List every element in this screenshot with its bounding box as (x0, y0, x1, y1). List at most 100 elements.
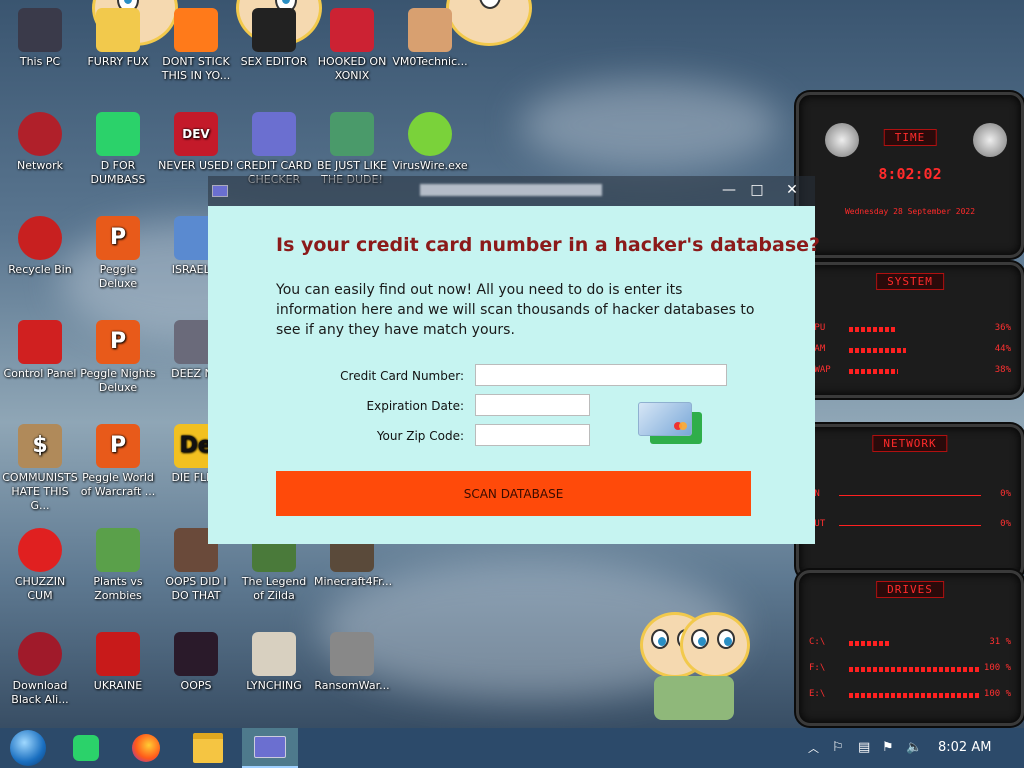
drive-row-bar (849, 693, 979, 698)
desktop-icon[interactable]: LYNCHING (236, 632, 312, 693)
taskbar-clock[interactable]: 8:02 AM (938, 740, 991, 755)
desktop-icon[interactable]: VM0Technic... (392, 8, 468, 69)
network-row-graph (839, 495, 981, 496)
window-titlebar[interactable]: — □ ✕ (208, 176, 815, 206)
game-icon (330, 8, 374, 52)
desktop-icon[interactable]: SEX EDITOR (236, 8, 312, 69)
desktop-icon-label: SEX EDITOR (240, 55, 308, 68)
oops-icon (174, 632, 218, 676)
desktop-icon[interactable]: P Peggle Deluxe (80, 216, 156, 291)
green-chat-icon[interactable] (58, 728, 114, 768)
desktop-icon-label: UKRAINE (93, 679, 143, 692)
desktop-icon[interactable]: UKRAINE (80, 632, 156, 693)
system-panel: SYSTEM CPU 36% RAM 44% SWAP 38% (796, 262, 1024, 398)
network-row-value: 0% (1000, 489, 1011, 499)
desktop-icon-label: The Legend of Zilda (241, 575, 307, 602)
desktop-icon[interactable]: P Peggle Nights Deluxe (80, 320, 156, 395)
start-orb-icon[interactable] (0, 728, 56, 768)
drives-title: DRIVES (876, 581, 944, 598)
noose-icon (252, 632, 296, 676)
credit-card-icon (252, 112, 296, 156)
lime-icon (408, 112, 452, 156)
network-panel: NETWORK IN0% OUT0% (796, 424, 1024, 580)
desktop-icon[interactable]: OOPS (158, 632, 234, 693)
flag-icon[interactable]: ⚐ (832, 740, 844, 755)
desktop-icon[interactable]: DEV NEVER USED! (158, 112, 234, 173)
network-title: NETWORK (872, 435, 948, 452)
peggle-icon: P (96, 320, 140, 364)
expiration-date-input[interactable] (475, 394, 590, 416)
desktop-icon[interactable]: Control Panel (2, 320, 78, 381)
desktop-icon-label: D FOR DUMBASS (90, 159, 146, 186)
minimize-button[interactable]: — (718, 180, 740, 200)
drive-row-bar (849, 667, 979, 672)
credit-card-app-icon[interactable] (242, 728, 298, 768)
action-center-icon[interactable]: ▤ (858, 740, 870, 755)
intro-text: You can easily find out now! All you nee… (276, 282, 755, 338)
desktop-icon-label: VM0Technic... (392, 55, 468, 68)
drive-row-value: 100 % (983, 689, 1011, 699)
drive-row-bar (849, 641, 889, 646)
system-row-value: 36% (994, 323, 1011, 333)
time-title: TIME (883, 129, 937, 146)
money-bag-icon: $ (18, 424, 62, 468)
desktop-icon[interactable]: CHUZZIN CUM (2, 528, 78, 603)
desktop-icon-label: Minecraft4Fr... (314, 575, 393, 588)
skull-icon (330, 632, 374, 676)
desktop-icon[interactable]: Recycle Bin (2, 216, 78, 277)
desktop-icon[interactable]: Network (2, 112, 78, 173)
network-icon[interactable]: ⚑ (882, 740, 894, 755)
desktop-icon-label: HOOKED ON XONIX (317, 55, 387, 82)
credit-card-checker-window: — □ ✕ Is your credit card number in a ha… (208, 176, 820, 544)
expiration-date-label: Expiration Date: (366, 399, 464, 413)
network-row-value: 0% (1000, 519, 1011, 529)
desktop-icon[interactable]: Plants vs Zombies (80, 528, 156, 603)
card-number-label: Credit Card Number: (340, 369, 464, 383)
maximize-button[interactable]: □ (746, 180, 768, 200)
desktop-icon-label: Control Panel (3, 367, 77, 380)
drives-panel: DRIVES C:\ 31 % F:\ 100 % E:\ 100 % (796, 570, 1024, 726)
firefox-icon[interactable] (118, 728, 174, 768)
desktop-icon[interactable]: This PC (2, 8, 78, 69)
peggle-icon: P (96, 216, 140, 260)
zip-code-input[interactable] (475, 424, 590, 446)
network-row: OUT 0% (809, 519, 1011, 533)
radiation-icon (96, 632, 140, 676)
scan-database-button[interactable]: SCAN DATABASE (276, 471, 751, 516)
file-explorer-icon[interactable] (180, 728, 236, 768)
desktop-icon-label: FURRY FUX (87, 55, 149, 68)
desktop-icon-label: CHUZZIN CUM (14, 575, 66, 602)
system-row-value: 44% (994, 344, 1011, 354)
card-number-input[interactable] (475, 364, 727, 386)
desktop-icon[interactable]: VirusWire.exe (392, 112, 468, 173)
cartoon-icon (96, 8, 140, 52)
desktop-icon-label: NEVER USED! (158, 159, 234, 172)
desktop-icon[interactable]: RansomWar... (314, 632, 390, 693)
system-row-value: 38% (994, 365, 1011, 375)
desktop-icon[interactable]: D FOR DUMBASS (80, 112, 156, 187)
zip-code-label: Your Zip Code: (376, 429, 464, 443)
network-icon (18, 112, 62, 156)
desktop-icon[interactable]: DONT STICK THIS IN YO... (158, 8, 234, 83)
desktop-icon-label: Download Black Ali... (11, 679, 69, 706)
desktop-icon[interactable]: $ COMMUNISTS HATE THIS G... (2, 424, 78, 513)
system-monitor-gadget: TIME 8:02:02 Wednesday 28 September 2022… (792, 92, 1024, 726)
cone-icon (174, 8, 218, 52)
system-row-bar (849, 327, 896, 332)
drive-row-value: 100 % (983, 663, 1011, 673)
wallpaper-cartoon-character (640, 606, 780, 726)
chevron-up-icon[interactable]: ︿ (808, 740, 819, 756)
taskbar: ︿ ⚐ ▤ ⚑ 🔈 8:02 AM (0, 728, 1024, 768)
desktop-icon[interactable]: P Peggle World of Warcraft ... (80, 424, 156, 499)
desktop-icon[interactable]: HOOKED ON XONIX (314, 8, 390, 83)
volume-icon[interactable]: 🔈 (906, 740, 922, 755)
close-button[interactable]: ✕ (781, 180, 803, 200)
desktop-icon-label: COMMUNISTS HATE THIS G... (2, 471, 78, 512)
plant-icon (96, 528, 140, 572)
elf-icon (330, 112, 374, 156)
alien-icon (18, 632, 62, 676)
desktop-icon-label: DONT STICK THIS IN YO... (161, 55, 231, 82)
system-row: CPU 36% (809, 323, 1011, 337)
desktop-icon[interactable]: Download Black Ali... (2, 632, 78, 707)
desktop-icon[interactable]: FURRY FUX (80, 8, 156, 69)
